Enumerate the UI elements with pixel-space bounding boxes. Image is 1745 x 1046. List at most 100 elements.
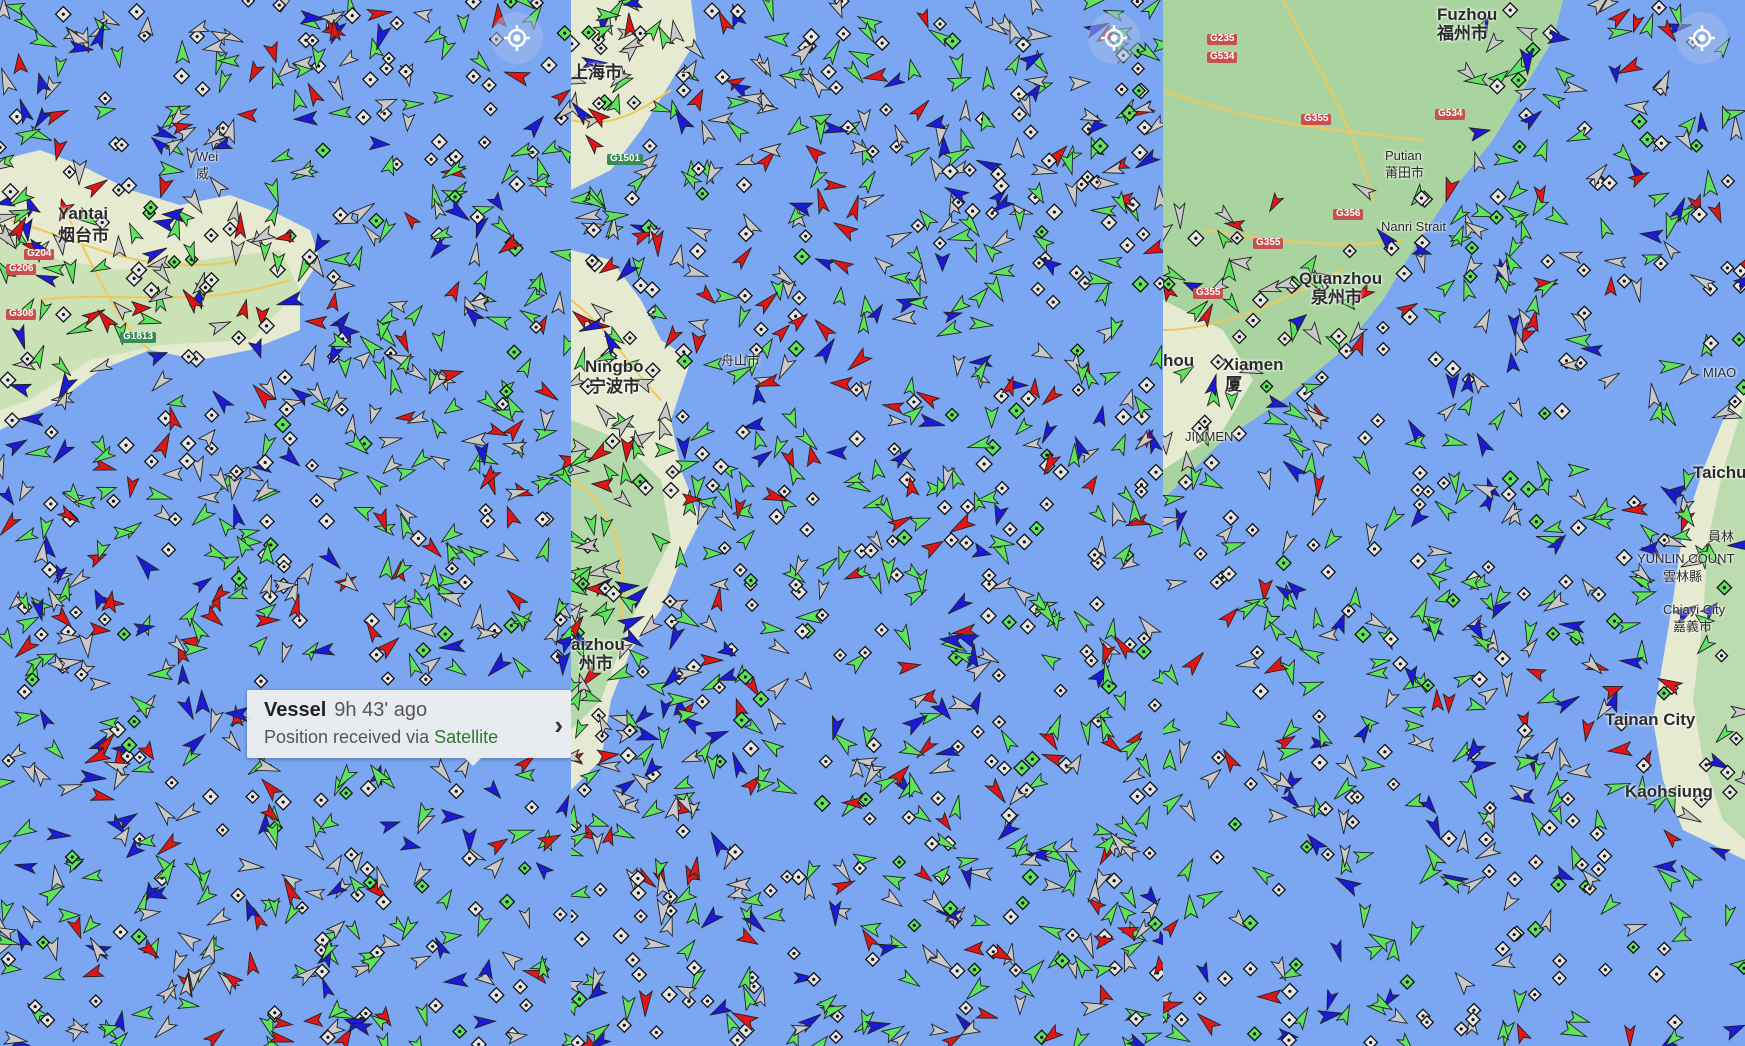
anchored-vessel-dot <box>1582 268 1586 272</box>
anchored-vessel-dot <box>1381 347 1385 351</box>
locate-button[interactable] <box>1676 12 1728 64</box>
anchored-vessel-dot <box>501 402 505 406</box>
anchored-vessel-dot <box>1442 481 1446 485</box>
anchored-vessel-dot <box>1022 540 1026 544</box>
anchored-vessel-dot <box>1451 366 1455 371</box>
locate-button[interactable] <box>491 12 543 64</box>
anchored-vessel-dot <box>1017 112 1021 116</box>
anchored-vessel-dot <box>1142 636 1146 641</box>
anchored-vessel-dot <box>1135 794 1139 798</box>
anchored-vessel-dot <box>835 1014 840 1018</box>
anchored-vessel-dot <box>954 656 958 660</box>
anchored-vessel-dot <box>1194 236 1198 240</box>
anchored-vessel-dot <box>45 1018 50 1022</box>
anchored-vessel-dot <box>811 497 815 501</box>
anchored-vessel-dot <box>1425 1020 1429 1024</box>
anchored-vessel-dot <box>125 754 130 758</box>
anchored-vessel-dot <box>1227 572 1231 576</box>
anchored-vessel-dot <box>717 685 721 689</box>
anchored-vessel-dot <box>1580 863 1584 867</box>
anchored-vessel-dot <box>179 74 184 78</box>
map-panel-east-china-sea[interactable]: 上海市 Ningbo 宁波市 舟山市 aizhou 州市 G1501 <box>571 0 1163 1046</box>
anchored-vessel-dot <box>895 573 899 577</box>
anchored-vessel-dot <box>800 254 804 259</box>
map-canvas-yellow-sea[interactable] <box>0 0 571 1046</box>
anchored-vessel-dot <box>1655 972 1659 976</box>
anchored-vessel-dot <box>738 568 742 572</box>
map-canvas-east-china-sea[interactable] <box>571 0 1163 1046</box>
anchored-vessel-dot <box>858 866 862 870</box>
anchored-vessel-dot <box>576 1040 580 1045</box>
anchored-vessel-dot <box>628 728 632 733</box>
anchored-vessel-dot <box>651 368 655 372</box>
anchored-vessel-dot <box>1631 945 1635 949</box>
anchored-vessel-dot <box>1734 737 1738 741</box>
anchored-vessel-dot <box>1096 719 1100 723</box>
label-xiamen-en: Xiamen <box>1223 355 1284 374</box>
anchored-vessel-dot <box>467 856 472 861</box>
anchored-vessel-dot <box>494 993 498 997</box>
anchored-vessel-dot <box>1337 334 1341 338</box>
anchored-vessel-dot <box>453 195 457 199</box>
anchored-vessel-dot <box>23 690 27 694</box>
label-quanzhou-zh: 泉州市 <box>1311 288 1362 307</box>
anchored-vessel-dot <box>221 126 225 130</box>
anchored-vessel-dot <box>530 805 534 809</box>
tooltip-age: 9h 43' ago <box>334 699 428 721</box>
anchored-vessel-dot <box>905 478 909 482</box>
anchored-vessel-dot <box>1008 527 1012 531</box>
anchored-vessel-dot <box>365 867 369 871</box>
anchored-vessel-dot <box>1092 553 1097 557</box>
anchored-vessel-dot <box>1040 230 1044 234</box>
anchored-vessel-dot <box>1029 130 1033 134</box>
anchored-vessel-dot <box>880 628 884 632</box>
anchored-vessel-dot <box>1120 87 1124 91</box>
anchored-vessel-dot <box>1021 901 1025 905</box>
anchored-vessel-dot <box>1709 341 1713 345</box>
anchored-vessel-dot <box>103 96 107 101</box>
anchored-vessel-dot <box>1287 1038 1291 1042</box>
anchored-vessel-dot <box>1233 822 1237 826</box>
anchored-vessel-dot <box>1534 860 1538 864</box>
anchored-vessel-dot <box>741 430 745 434</box>
anchored-vessel-dot <box>871 149 875 154</box>
anchored-vessel-dot <box>1543 411 1547 416</box>
anchored-vessel-dot <box>619 934 623 938</box>
anchored-vessel-dot <box>1127 111 1132 115</box>
anchored-vessel-dot <box>1075 349 1080 353</box>
anchored-vessel-dot <box>632 101 636 105</box>
anchored-vessel-dot <box>1112 879 1116 883</box>
anchored-vessel-dot <box>1355 795 1360 799</box>
anchored-vessel-dot <box>1719 654 1724 658</box>
anchored-vessel-dot <box>1694 144 1698 148</box>
map-panel-yellow-sea[interactable]: Yantai 烟台市 Wei 威 G204 G206 G308 G1813 Vessel 9h … <box>0 0 571 1046</box>
anchored-vessel-dot <box>1252 1032 1257 1036</box>
anchored-vessel-dot <box>1576 526 1581 530</box>
anchored-vessel-dot <box>1513 877 1517 881</box>
anchored-vessel-dot <box>1107 220 1111 225</box>
map-panel-taiwan-strait[interactable]: Fuzhou 福州市 Putian 莆田市 Nanri Strait Quanzhou 泉州… <box>1163 0 1745 1046</box>
anchored-vessel-dot <box>1095 180 1099 184</box>
anchored-vessel-dot <box>39 632 43 637</box>
anchored-vessel-dot <box>1089 658 1093 663</box>
vessel-tooltip[interactable]: Vessel 9h 43' ago Position received via S… <box>247 690 571 766</box>
anchored-vessel-dot <box>515 182 519 186</box>
anchored-vessel-dot <box>1007 813 1011 818</box>
anchored-vessel-dot <box>797 296 801 300</box>
anchored-vessel-dot <box>1389 246 1394 250</box>
map-canvas-taiwan-strait[interactable] <box>1163 0 1745 1046</box>
anchored-vessel-dot <box>194 357 198 361</box>
anchored-vessel-dot <box>1136 67 1140 71</box>
anchored-vessel-dot <box>308 255 312 259</box>
anchored-vessel-dot <box>966 505 970 509</box>
road-g308: G308 <box>6 308 37 320</box>
anchored-vessel-dot <box>1250 528 1255 532</box>
chevron-right-icon[interactable]: › <box>554 710 563 741</box>
locate-button[interactable] <box>1088 12 1140 64</box>
anchored-vessel-dot <box>269 543 273 547</box>
anchored-vessel-dot <box>1128 642 1132 647</box>
anchored-vessel-dot <box>997 673 1001 677</box>
anchored-vessel-dot <box>669 488 673 492</box>
anchored-vessel-dot <box>1416 559 1420 563</box>
label-putian-en: Putian <box>1385 148 1422 163</box>
